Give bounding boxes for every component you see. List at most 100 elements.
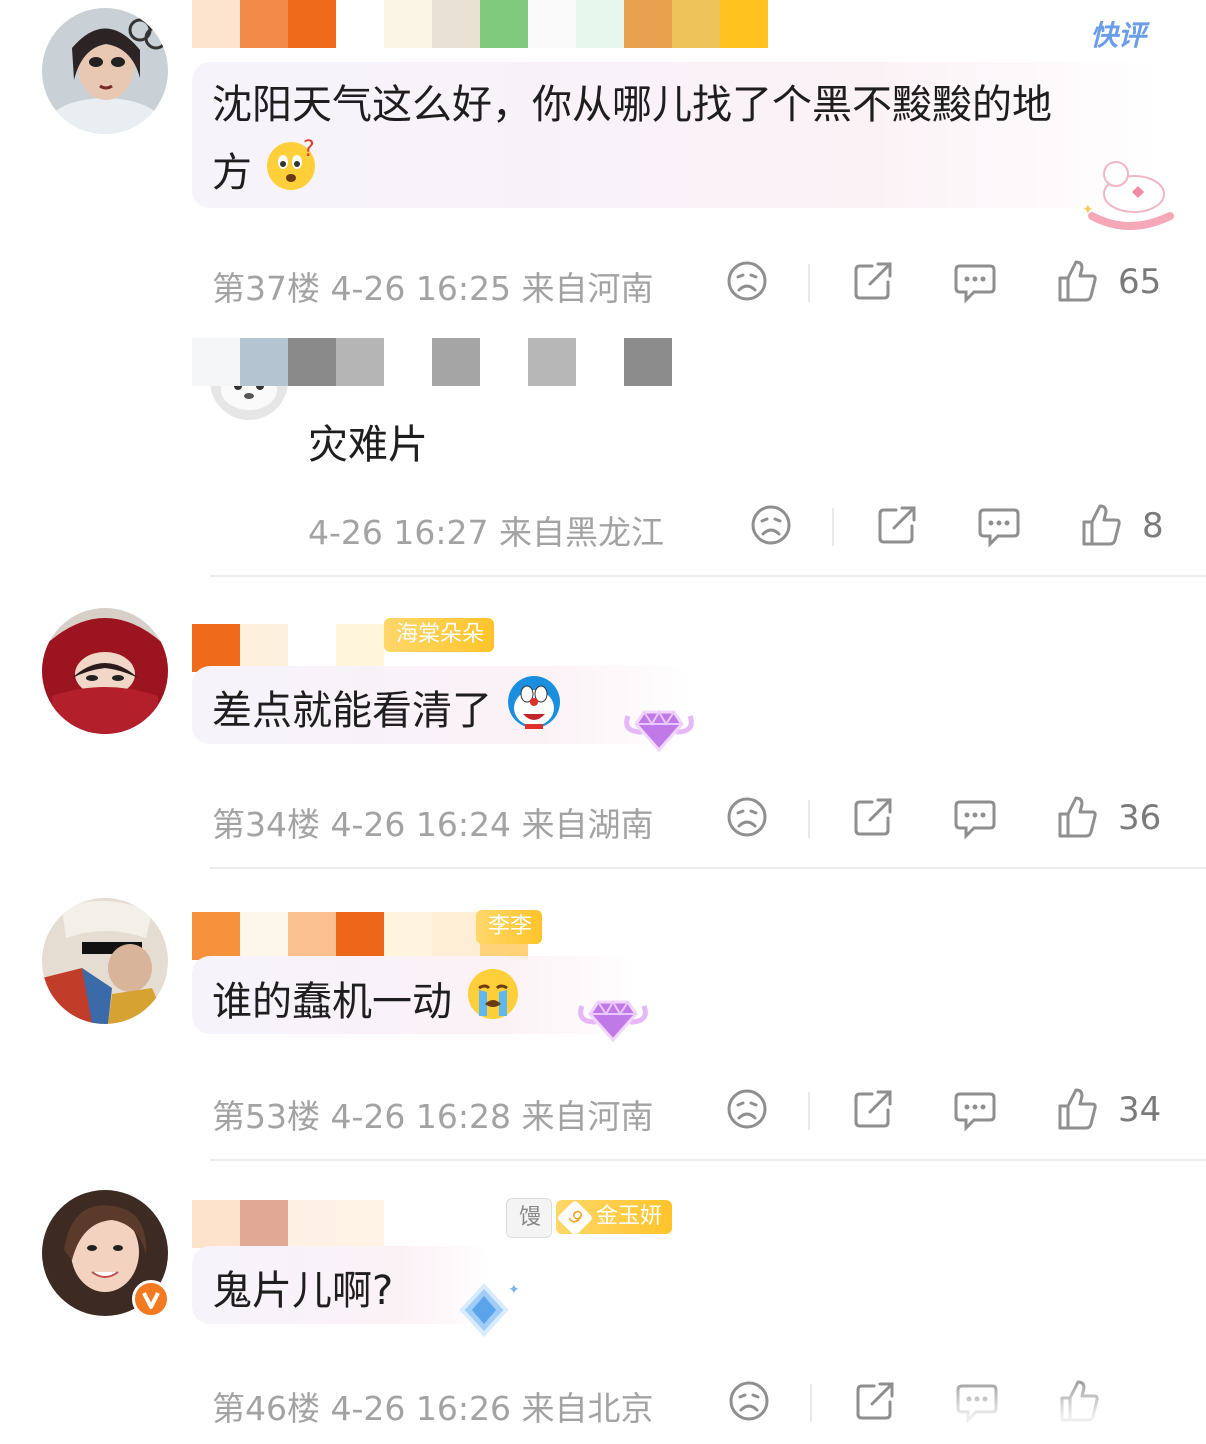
mosaic-tile [288,912,336,960]
mosaic-tile [240,0,288,48]
fan-level-badge[interactable]: 9 金玉妍 [556,1199,673,1237]
sad-face-icon[interactable] [724,258,772,306]
mosaic-tile [336,1200,384,1248]
like-count: 8 [1142,506,1164,546]
comment-item: 李李 谁的蠢机一动 第53楼 4-26 16:28 来自河南 34 [0,892,1206,1158]
bottom-fade [940,1374,1206,1444]
separator [808,264,810,302]
svg-text:✦: ✦ [1082,202,1094,218]
sad-face-icon[interactable] [726,1378,774,1426]
mosaic-tile [624,0,672,48]
avatar[interactable] [42,898,168,1024]
mosaic-tile [528,0,576,48]
comment-item: 馒 9 金玉妍 鬼片儿啊? ✦ 第46楼 4-26 16:26 来自北京 [0,1184,1206,1444]
mosaic-tile [384,912,432,960]
separator [832,508,834,546]
mosaic-tile [576,0,624,48]
action-bar: 65 [0,258,1206,308]
mosaic-tile [240,912,288,960]
mosaic-tile [576,338,624,386]
thumbs-up-icon[interactable] [1078,502,1126,550]
thumbs-up-icon[interactable] [1054,258,1102,306]
like-count: 34 [1118,1090,1162,1130]
mosaic-tile [384,0,432,48]
mosaic-tile [240,338,288,386]
share-icon[interactable] [850,794,898,842]
mosaic-tile [192,912,240,960]
thumbs-up-icon[interactable] [1054,1086,1102,1134]
diamond-badge-icon [622,696,696,760]
mosaic-tile [192,338,240,386]
separator [808,1092,810,1130]
mosaic-tile [288,338,336,386]
share-icon[interactable] [874,502,922,550]
separator [808,800,810,838]
mosaic-tile [480,338,528,386]
reply-action-bar: 8 [0,502,1206,552]
diamond-badge-icon [576,986,650,1050]
divider [210,1159,1206,1161]
comment-item: 海棠朵朵 差点就能看清了 第34楼 4-26 16:24 来自湖南 36 [0,600,1206,866]
action-bar: 36 [0,794,1206,844]
username-mosaic[interactable] [192,0,768,48]
comment-text: 差点就能看清了 [212,674,563,752]
diamond-badge-icon: ✦ [448,1280,520,1344]
svg-text:✦: ✦ [508,1282,520,1298]
fan-badge[interactable]: 馒 [506,1198,553,1238]
mosaic-tile [432,338,480,386]
share-icon[interactable] [850,1086,898,1134]
mosaic-tile [672,0,720,48]
mosaic-tile [240,624,288,672]
mosaic-tile [336,624,384,672]
mosaic-tile [480,0,528,48]
mosaic-tile [384,338,432,386]
mosaic-tile [432,912,480,960]
avatar[interactable] [42,608,168,734]
reply-text: 灾难片 [308,422,428,468]
thumbs-up-icon[interactable] [1054,794,1102,842]
sad-face-icon[interactable] [748,502,796,550]
share-icon[interactable] [852,1378,900,1426]
level-number: 9 [556,1199,594,1237]
unicorn-decoration-icon: ✦ [1072,150,1186,234]
mosaic-tile [624,338,672,386]
mosaic-tile [240,1200,288,1248]
mosaic-tile [288,0,336,48]
comment-icon[interactable] [952,1086,1000,1134]
mosaic-tile [192,0,240,48]
comment-text: 鬼片儿啊? [212,1268,394,1314]
sad-face-icon[interactable] [724,1086,772,1134]
svg-text:?: ? [303,138,315,162]
username-mosaic[interactable] [192,1200,432,1248]
comment-icon[interactable] [976,502,1024,550]
crying-emoji-icon [465,966,521,1042]
comment-icon[interactable] [952,794,1000,842]
comment-icon[interactable] [952,258,1000,306]
divider [210,575,1206,577]
avatar[interactable] [42,1190,170,1318]
badge-name: 金玉妍 [596,1204,663,1229]
fan-badge[interactable]: 海棠朵朵 [384,618,495,652]
fan-badge[interactable]: 李李 [476,910,543,944]
username-mosaic[interactable] [192,338,672,386]
like-count: 65 [1118,262,1162,302]
avatar[interactable] [42,8,168,134]
mosaic-tile [336,338,384,386]
mosaic-tile [432,0,480,48]
mosaic-tile [384,1200,432,1248]
comment-text: 谁的蠢机一动 [212,966,521,1042]
divider [210,867,1206,869]
mosaic-tile [288,624,336,672]
share-icon[interactable] [850,258,898,306]
mosaic-tile [192,624,240,672]
doraemon-crying-emoji-icon [505,674,563,752]
username-mosaic[interactable] [192,624,384,672]
mosaic-tile [192,1200,240,1248]
comment-item: 快评 沈阳天气这么好，你从哪儿找了个黑不黢黢的地 方 ? ✦ 第37楼 4-26… [0,0,1206,552]
sad-face-icon[interactable] [724,794,772,842]
confused-emoji-icon: ? [265,137,319,212]
action-bar: 34 [0,1086,1206,1136]
quick-review-tag: 快评 [1090,19,1147,52]
mosaic-tile [336,912,384,960]
mosaic-tile [336,0,384,48]
